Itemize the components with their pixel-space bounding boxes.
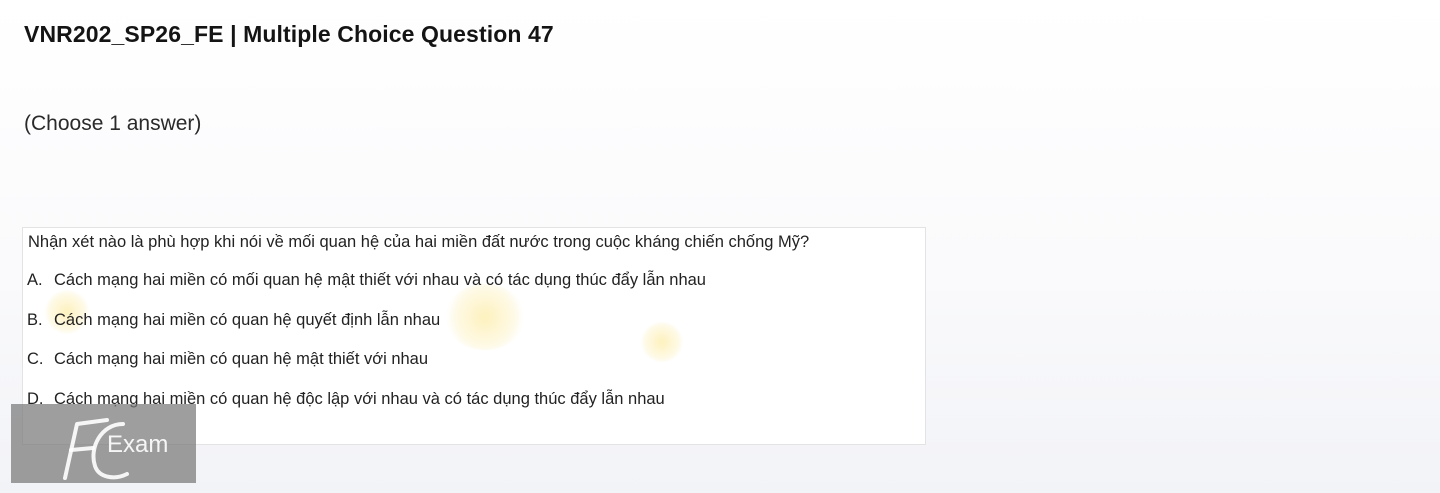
fuexam-logo-badge: Exam [11, 404, 196, 483]
svg-text:Exam: Exam [107, 431, 168, 458]
answer-instruction: (Choose 1 answer) [24, 112, 202, 135]
option-a: A. Cách mạng hai miền có mối quan hệ mật … [27, 271, 706, 290]
option-c-letter: C. [27, 350, 44, 368]
option-c-text: Cách mạng hai miền có quan hệ mật thiết … [54, 350, 429, 368]
watermark-smiley-2 [445, 284, 525, 350]
option-a-text: Cách mạng hai miền có mối quan hệ mật th… [54, 271, 706, 289]
option-b: B. Cách mạng hai miền có quan hệ quyết đị… [27, 311, 440, 330]
option-c: C. Cách mạng hai miền có quan hệ mật thiế… [27, 350, 428, 369]
option-b-letter: B. [27, 311, 43, 329]
watermark-smiley-3 [641, 322, 683, 362]
page-title: VNR202_SP26_FE | Multiple Choice Questio… [24, 21, 554, 47]
option-a-letter: A. [27, 271, 43, 289]
fuexam-logo-icon: Exam [63, 418, 168, 480]
question-stem: Nhận xét nào là phù hợp khi nói về mối q… [28, 233, 810, 251]
option-b-text: Cách mạng hai miền có quan hệ quyết định… [54, 311, 441, 329]
